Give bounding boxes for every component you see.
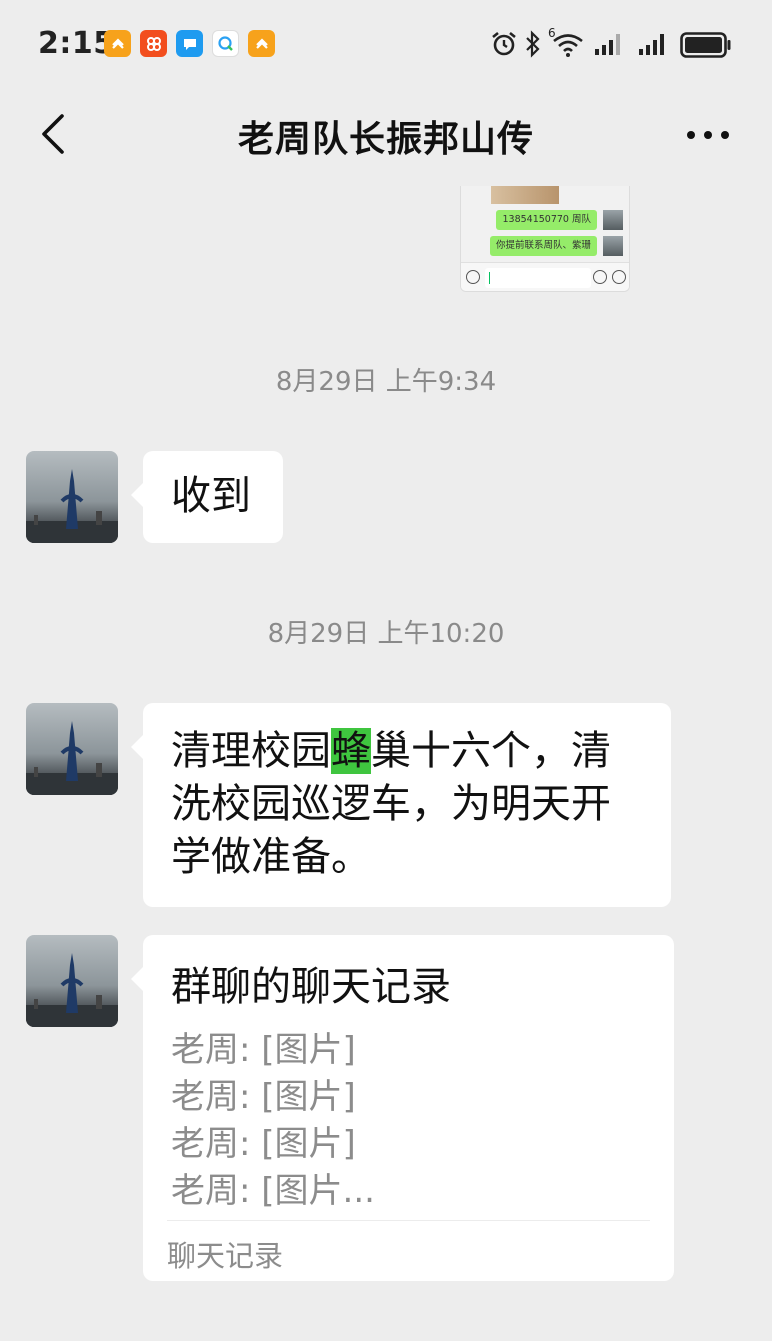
chat-title: 老周队长振邦山传 <box>237 119 534 160</box>
text-segment: 学做准备。 <box>171 834 371 880</box>
battery-icon <box>680 32 731 58</box>
screenshot-emoji-icon <box>593 270 607 284</box>
screenshot-photo-strip <box>491 186 559 204</box>
shopping-app-icon <box>140 30 167 57</box>
text-segment: 洗校园巡逻车，为明天开 <box>171 781 611 827</box>
screenshot-avatar-2 <box>603 236 623 256</box>
chat-record-card[interactable]: 群聊的聊天记录 老周: [图片] 老周: [图片] 老周: [图片] 老周: [… <box>131 935 674 1281</box>
chat-record-preview: 老周: [图片] 老周: [图片] 老周: [图片] 老周: [图片... <box>171 1027 646 1215</box>
bluetooth-icon <box>526 30 540 58</box>
sender-avatar[interactable] <box>26 451 118 543</box>
message-timestamp: 8月29日 上午10:20 <box>267 619 505 649</box>
wifi-icon <box>553 34 583 57</box>
qq-browser-icon <box>212 30 239 57</box>
signal-icon-2 <box>639 34 664 55</box>
chat-screen: 2:15 6 老周队长振邦山传 13854150770 周队 你提前联系周队、紫… <box>0 0 772 1341</box>
screenshot-plus-icon <box>612 270 626 284</box>
chat-record-line: 老周: [图片] <box>171 1030 356 1070</box>
screenshot-voice-icon <box>466 270 480 284</box>
chat-record-line: 老周: [图片... <box>171 1171 375 1211</box>
message-timestamp: 8月29日 上午9:34 <box>275 367 497 397</box>
message-bubble[interactable]: 清理校园蜂巢十六个，清 洗校园巡逻车，为明天开 学做准备。 <box>131 703 671 907</box>
text-segment: 清理校园 <box>171 728 331 774</box>
chat-record-title: 群聊的聊天记录 <box>171 964 451 1010</box>
message-text: 清理校园蜂巢十六个，清 洗校园巡逻车，为明天开 学做准备。 <box>171 725 643 884</box>
sender-avatar[interactable] <box>26 703 118 795</box>
chat-header: 老周队长振邦山传 <box>0 88 772 180</box>
shared-screenshot-image[interactable]: 13854150770 周队 你提前联系周队、紫珊 <box>460 186 630 292</box>
screenshot-bubble-1: 13854150770 周队 <box>496 210 597 230</box>
signal-icon-1 <box>595 34 620 55</box>
sender-avatar[interactable] <box>26 935 118 1027</box>
message-text: 收到 <box>171 473 251 519</box>
more-options-icon[interactable] <box>686 130 730 140</box>
orange-app-icon <box>104 30 131 57</box>
screenshot-input-field <box>485 268 591 288</box>
screenshot-avatar-1 <box>603 210 623 230</box>
text-segment: 巢十六个，清 <box>371 728 611 774</box>
chat-record-footer: 聊天记录 <box>167 1239 284 1273</box>
screenshot-input-bar <box>461 262 629 291</box>
chat-record-line: 老周: [图片] <box>171 1124 356 1164</box>
orange-app-icon-2 <box>248 30 275 57</box>
chat-record-line: 老周: [图片] <box>171 1077 356 1117</box>
search-highlight: 蜂 <box>331 728 371 774</box>
message-app-icon <box>176 30 203 57</box>
status-bar: 2:15 6 <box>0 0 772 88</box>
back-arrow-icon[interactable] <box>36 110 76 158</box>
alarm-icon <box>492 31 516 56</box>
screenshot-bubble-2: 你提前联系周队、紫珊 <box>489 236 597 256</box>
message-bubble[interactable]: 收到 <box>131 451 283 543</box>
card-divider <box>167 1220 650 1221</box>
